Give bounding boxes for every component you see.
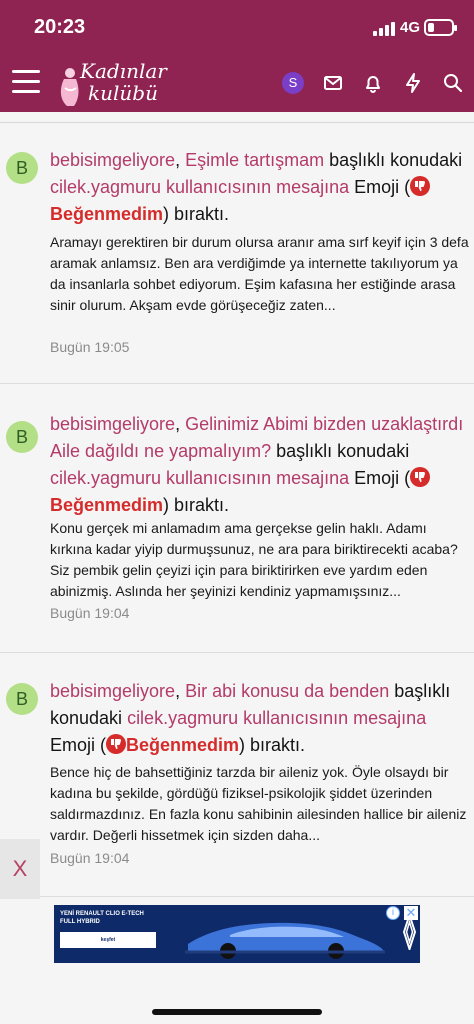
- message-snippet: Aramayı gerektiren bir durum olursa aran…: [50, 234, 469, 313]
- notification-feed: B bebisimgeliyore, Eşimle tartışmam başl…: [0, 112, 474, 1024]
- message-snippet: Bence hiç de bahsettiğiniz tarzda bir ai…: [50, 764, 467, 843]
- bell-icon[interactable]: [362, 72, 384, 94]
- ad-banner[interactable]: YENİ RENAULT CLIO E-TECH FULL HYBRID keş…: [54, 905, 420, 963]
- timestamp: Bugün 19:04: [50, 850, 130, 866]
- ad-cta-button[interactable]: keşfet: [60, 932, 156, 948]
- avatar[interactable]: B: [6, 421, 38, 453]
- close-ad-button[interactable]: X: [10, 857, 30, 881]
- notification-screen: 20:23 4G Kadınlar kulübü S B bebisimgeli…: [0, 0, 474, 1024]
- status-bar: 20:23 4G: [0, 0, 474, 52]
- message-link[interactable]: cilek.yagmuru kullanıcısının mesajına: [50, 468, 349, 488]
- reaction-label: Beğenmedim: [50, 204, 164, 224]
- user-link[interactable]: bebisimgeliyore: [50, 681, 175, 701]
- close-icon[interactable]: ✕: [404, 906, 418, 920]
- emoji-prefix: Emoji (: [50, 735, 107, 755]
- notification-connector: başlıklı konudaki: [271, 441, 410, 461]
- car-image-icon: [185, 922, 385, 959]
- topic-link[interactable]: Eşimle tartışmam: [185, 150, 324, 170]
- notification-text: bebisimgeliyore, Eşimle tartışmam başlık…: [50, 150, 463, 224]
- timestamp: Bugün 19:04: [50, 605, 130, 621]
- search-icon[interactable]: [442, 72, 464, 94]
- home-indicator[interactable]: [152, 1009, 322, 1015]
- feed-top-divider: [0, 122, 474, 123]
- emoji-suffix: ) bıraktı.: [239, 735, 306, 755]
- signal-icon: [373, 22, 395, 36]
- notification-text: bebisimgeliyore, Gelinimiz Abimi bizden …: [50, 414, 464, 515]
- row-divider: [0, 896, 474, 897]
- network-label: 4G: [400, 19, 421, 36]
- menu-icon[interactable]: [12, 70, 40, 94]
- thumbs-down-icon: [410, 176, 431, 196]
- message-snippet: Konu gerçek mi anlamadım ama gerçekse ge…: [50, 520, 458, 599]
- top-app-bar: 20:23 4G Kadınlar kulübü S: [0, 0, 474, 112]
- thumbs-down-icon: [410, 467, 431, 487]
- bolt-icon[interactable]: [402, 72, 424, 94]
- avatar[interactable]: B: [6, 152, 38, 184]
- mail-icon[interactable]: [322, 72, 344, 94]
- row-divider: [0, 383, 474, 384]
- message-link[interactable]: cilek.yagmuru kullanıcısının mesajına: [50, 177, 349, 197]
- emoji-suffix: ) bıraktı.: [163, 204, 230, 224]
- site-logo[interactable]: Kadınlar kulübü: [58, 58, 174, 110]
- avatar[interactable]: S: [282, 72, 304, 94]
- emoji-prefix: Emoji (: [349, 468, 411, 488]
- thumbs-down-icon: [106, 734, 127, 754]
- reaction-label: Beğenmedim: [50, 495, 164, 515]
- emoji-prefix: Emoji (: [349, 177, 411, 197]
- status-time: 20:23: [34, 16, 86, 38]
- notification-connector: başlıklı konudaki: [324, 150, 463, 170]
- logo-wordmark: Kadınlar kulübü: [80, 60, 167, 104]
- logo-line-2: kulübü: [88, 81, 158, 105]
- message-link[interactable]: cilek.yagmuru kullanıcısının mesajına: [127, 708, 426, 728]
- ad-headline: YENİ RENAULT CLIO E-TECH FULL HYBRID: [60, 911, 144, 925]
- notification-text: bebisimgeliyore, Bir abi konusu da bende…: [50, 681, 451, 755]
- logo-figure-icon: [60, 68, 79, 106]
- emoji-suffix: ) bıraktı.: [163, 495, 230, 515]
- timestamp: Bugün 19:05: [50, 339, 130, 355]
- row-divider: [0, 652, 474, 653]
- battery-icon: [424, 19, 457, 36]
- logo-line-1: Kadınlar: [80, 59, 167, 83]
- ad-close-panel: X: [0, 839, 40, 899]
- avatar[interactable]: B: [6, 683, 38, 715]
- user-link[interactable]: bebisimgeliyore: [50, 150, 175, 170]
- topic-link[interactable]: Bir abi konusu da benden: [185, 681, 389, 701]
- battery-level: [428, 23, 434, 32]
- ad-info-icon[interactable]: i: [386, 906, 400, 920]
- reaction-label: Beğenmedim: [126, 735, 240, 755]
- user-link[interactable]: bebisimgeliyore: [50, 414, 175, 434]
